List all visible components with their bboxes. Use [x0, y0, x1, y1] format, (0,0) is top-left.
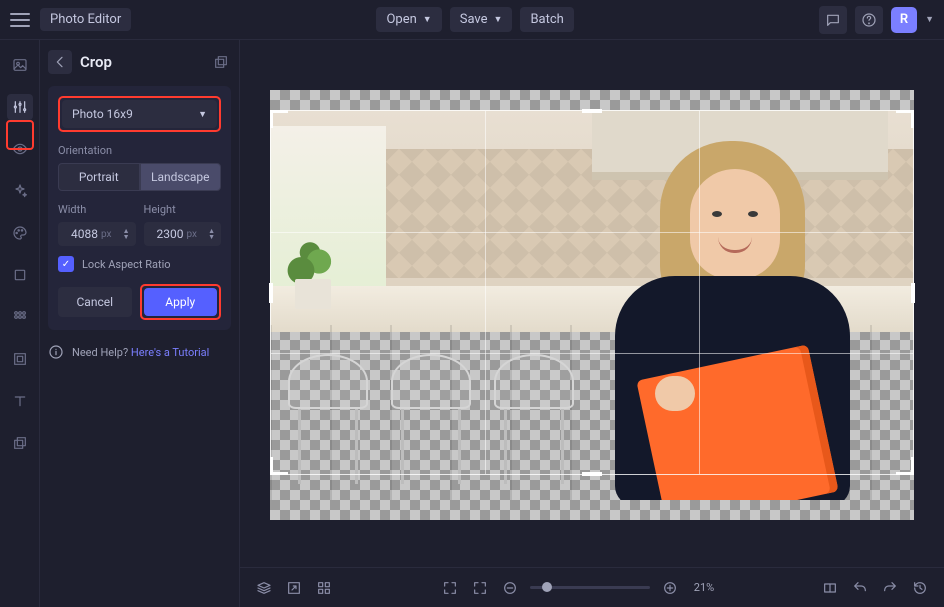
- bottom-bar: 21%: [240, 567, 944, 607]
- panel-title: Crop: [80, 53, 112, 71]
- grid-tool-icon[interactable]: [7, 304, 33, 330]
- tool-rail: [0, 40, 40, 607]
- canvas-area: [240, 40, 944, 567]
- help-icon[interactable]: [855, 6, 883, 34]
- orientation-label: Orientation: [58, 144, 221, 157]
- chevron-down-icon[interactable]: ▼: [925, 14, 934, 25]
- top-bar: Photo Editor Open▼ Save▼ Batch R ▼: [0, 0, 944, 40]
- stepper-down-icon[interactable]: ▼: [208, 234, 215, 240]
- crop-handle-tl[interactable]: [270, 110, 288, 128]
- eye-tool-icon[interactable]: [7, 136, 33, 162]
- export-icon[interactable]: [284, 578, 304, 598]
- lock-aspect-checkbox[interactable]: ✓ Lock Aspect Ratio: [58, 256, 221, 272]
- info-icon: [48, 344, 64, 360]
- text-tool-icon[interactable]: [7, 388, 33, 414]
- zoom-value: 21%: [694, 581, 714, 594]
- back-button[interactable]: [48, 50, 72, 74]
- avatar[interactable]: R: [891, 7, 917, 33]
- grid-view-icon[interactable]: [314, 578, 334, 598]
- check-icon: ✓: [58, 256, 74, 272]
- crop-panel: Crop Photo 16x9 ▼ Orientation Portrait L…: [40, 40, 240, 607]
- image-tool-icon[interactable]: [7, 52, 33, 78]
- adjust-tool-icon[interactable]: [7, 94, 33, 120]
- stepper-down-icon[interactable]: ▼: [123, 234, 130, 240]
- undo-icon[interactable]: [850, 578, 870, 598]
- palette-tool-icon[interactable]: [7, 220, 33, 246]
- redo-icon[interactable]: [880, 578, 900, 598]
- chevron-down-icon: ▼: [494, 14, 503, 25]
- save-button[interactable]: Save▼: [450, 7, 513, 32]
- landscape-button[interactable]: Landscape: [140, 163, 222, 191]
- history-icon[interactable]: [910, 578, 930, 598]
- aspect-ratio-select[interactable]: Photo 16x9 ▼: [62, 100, 217, 128]
- chevron-down-icon: ▼: [198, 109, 207, 120]
- crop-handle-br[interactable]: [896, 457, 914, 475]
- layers-tool-icon[interactable]: [7, 430, 33, 456]
- crop-handle-bottom[interactable]: [582, 472, 602, 476]
- orientation-toggle: Portrait Landscape: [58, 163, 221, 191]
- portrait-button[interactable]: Portrait: [58, 163, 140, 191]
- zoom-in-icon[interactable]: [660, 578, 680, 598]
- frame-tool-icon[interactable]: [7, 346, 33, 372]
- square-tool-icon[interactable]: [7, 262, 33, 288]
- apply-button[interactable]: Apply: [144, 288, 218, 316]
- crop-overlay[interactable]: [270, 110, 914, 475]
- height-input[interactable]: px ▲▼: [144, 222, 222, 246]
- copy-icon[interactable]: [211, 52, 231, 72]
- open-button[interactable]: Open▼: [376, 7, 441, 32]
- highlight-marker: Apply: [140, 284, 222, 320]
- image-stage[interactable]: [270, 90, 914, 520]
- width-input[interactable]: px ▲▼: [58, 222, 136, 246]
- crop-handle-tr[interactable]: [896, 110, 914, 128]
- fit-icon[interactable]: [470, 578, 490, 598]
- chevron-down-icon: ▼: [423, 14, 432, 25]
- fullscreen-icon[interactable]: [440, 578, 460, 598]
- crop-handle-bl[interactable]: [270, 457, 288, 475]
- stack-icon[interactable]: [254, 578, 274, 598]
- cancel-button[interactable]: Cancel: [58, 287, 132, 317]
- help-row: Need Help? Here's a Tutorial: [48, 344, 231, 360]
- crop-handle-right[interactable]: [911, 283, 915, 303]
- app-title: Photo Editor: [40, 8, 131, 31]
- batch-button[interactable]: Batch: [520, 7, 573, 32]
- width-label: Width: [58, 203, 136, 216]
- crop-handle-top[interactable]: [582, 109, 602, 113]
- tutorial-link[interactable]: Here's a Tutorial: [131, 346, 209, 359]
- zoom-slider[interactable]: [530, 586, 650, 589]
- highlight-marker: Photo 16x9 ▼: [58, 96, 221, 132]
- crop-handle-left[interactable]: [269, 283, 273, 303]
- zoom-out-icon[interactable]: [500, 578, 520, 598]
- menu-icon[interactable]: [10, 10, 30, 30]
- sparkle-tool-icon[interactable]: [7, 178, 33, 204]
- height-label: Height: [144, 203, 222, 216]
- chat-icon[interactable]: [819, 6, 847, 34]
- compare-icon[interactable]: [820, 578, 840, 598]
